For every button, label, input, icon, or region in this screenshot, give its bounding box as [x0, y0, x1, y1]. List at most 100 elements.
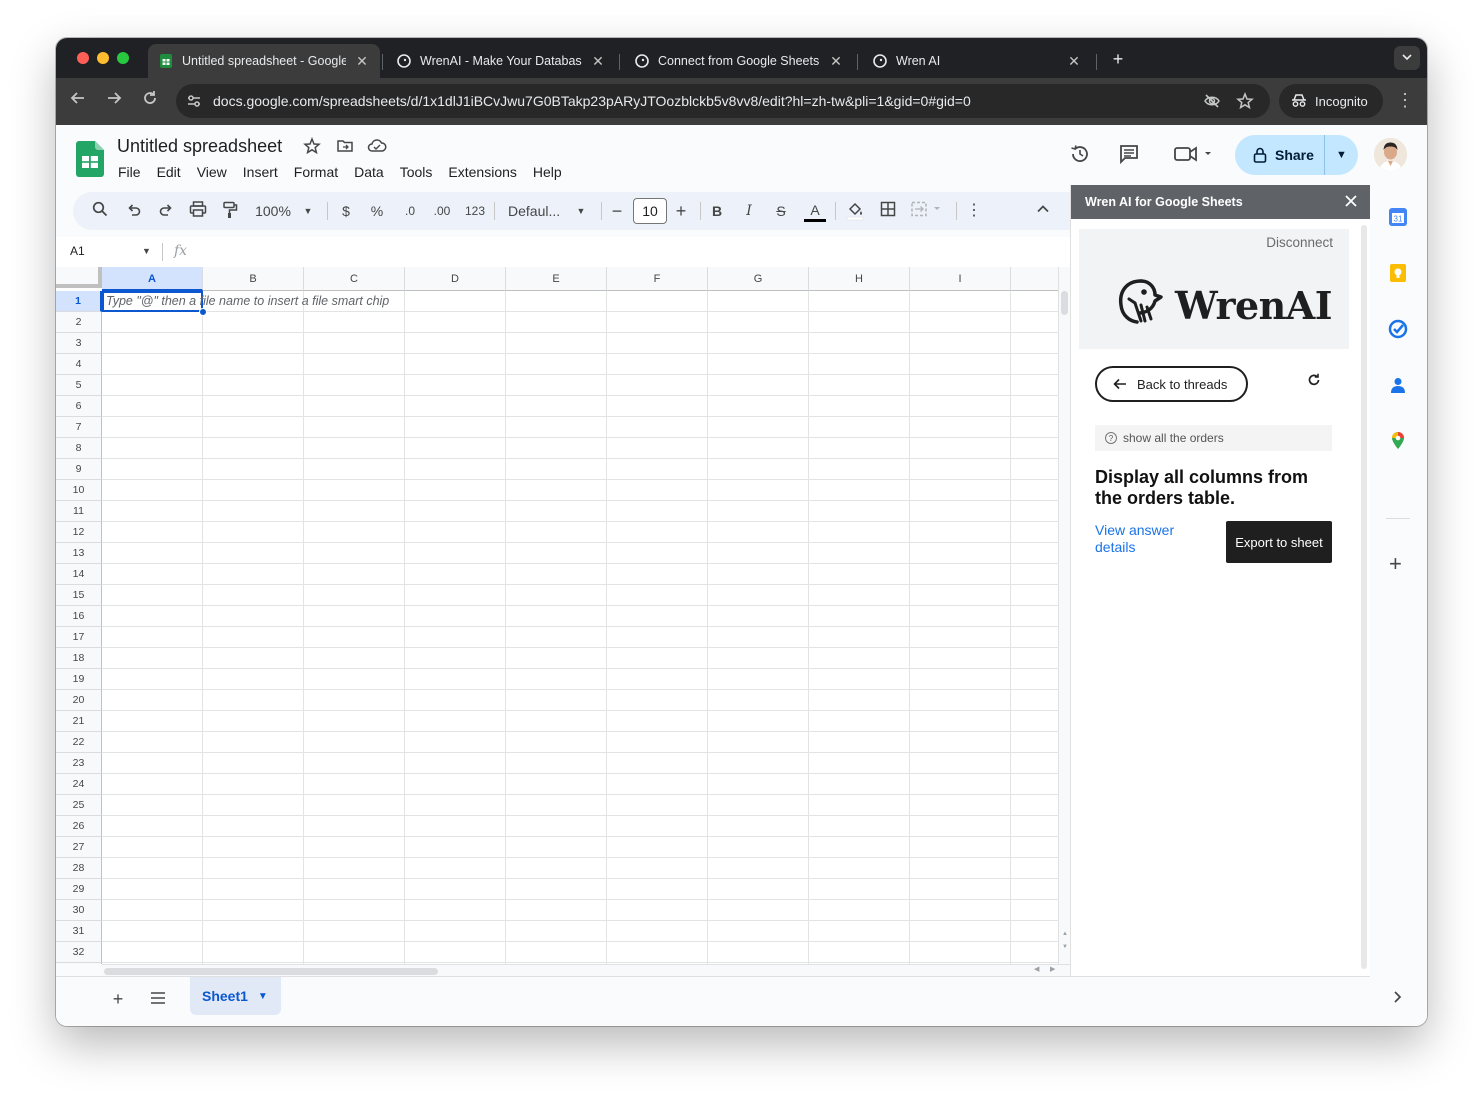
address-bar[interactable]: docs.google.com/spreadsheets/d/1x1dlJ1iB…	[176, 84, 1270, 118]
number-format-button[interactable]: 123	[463, 201, 487, 221]
row-header-26[interactable]: 26	[56, 816, 102, 837]
row-header-8[interactable]: 8	[56, 438, 102, 459]
name-box-dropdown-icon[interactable]: ▼	[142, 246, 151, 256]
column-header-i[interactable]: I	[910, 267, 1011, 291]
scroll-right-icon[interactable]: ▶	[1050, 965, 1055, 973]
more-options-icon[interactable]: ⋮	[966, 201, 982, 221]
fill-color-icon[interactable]	[844, 201, 866, 221]
close-tab-icon[interactable]: ✕	[590, 53, 606, 70]
all-sheets-icon[interactable]	[148, 989, 168, 1009]
row-header-33[interactable]: 33	[56, 963, 102, 964]
column-header-a[interactable]: A	[102, 267, 203, 291]
row-header-23[interactable]: 23	[56, 753, 102, 774]
paint-format-icon[interactable]	[220, 201, 240, 221]
share-main[interactable]: Share	[1235, 135, 1325, 175]
name-box[interactable]: A1	[70, 244, 85, 258]
bookmark-star-icon[interactable]	[1236, 91, 1254, 110]
add-sheet-icon[interactable]: +	[108, 989, 128, 1009]
row-header-5[interactable]: 5	[56, 375, 102, 396]
row-header-9[interactable]: 9	[56, 459, 102, 480]
tab-search-button[interactable]	[1394, 46, 1420, 70]
row-header-25[interactable]: 25	[56, 795, 102, 816]
column-header-b[interactable]: B	[203, 267, 304, 291]
menu-file[interactable]: File	[110, 162, 149, 182]
export-to-sheet-button[interactable]: Export to sheet	[1226, 521, 1332, 563]
redo-icon[interactable]	[156, 201, 176, 221]
borders-icon[interactable]	[878, 201, 898, 221]
share-dropdown-icon[interactable]: ▼	[1325, 149, 1358, 161]
close-window-button[interactable]	[77, 52, 89, 64]
row-header-2[interactable]: 2	[56, 312, 102, 333]
hide-menus-chevron-icon[interactable]	[1033, 201, 1053, 221]
back-to-threads-button[interactable]: Back to threads	[1095, 366, 1248, 402]
keep-icon[interactable]	[1388, 263, 1408, 283]
fill-handle[interactable]	[199, 308, 207, 316]
currency-format-button[interactable]: $	[339, 201, 353, 221]
vertical-scrollbar[interactable]: ▲ ▼	[1058, 267, 1070, 964]
site-settings-icon[interactable]	[186, 93, 202, 109]
font-size-input[interactable]: 10	[633, 198, 667, 224]
horizontal-scroll-thumb[interactable]	[104, 968, 438, 975]
column-header-partial[interactable]	[1011, 267, 1058, 291]
decrease-decimal-button[interactable]: .0	[399, 201, 421, 221]
refresh-icon[interactable]	[1307, 373, 1321, 392]
menu-help[interactable]: Help	[525, 162, 570, 182]
eye-off-icon[interactable]	[1203, 92, 1221, 110]
row-header-18[interactable]: 18	[56, 648, 102, 669]
italic-button[interactable]: I	[741, 201, 757, 221]
meet-call-icon[interactable]	[1170, 143, 1216, 169]
row-header-10[interactable]: 10	[56, 480, 102, 501]
comments-icon[interactable]	[1116, 143, 1142, 169]
row-header-32[interactable]: 32	[56, 942, 102, 963]
document-title[interactable]: Untitled spreadsheet	[117, 136, 282, 157]
row-header-16[interactable]: 16	[56, 606, 102, 627]
column-header-g[interactable]: G	[708, 267, 809, 291]
reload-icon[interactable]	[139, 90, 161, 112]
share-button[interactable]: Share ▼	[1235, 135, 1358, 175]
menu-view[interactable]: View	[189, 162, 235, 182]
scroll-down-icon[interactable]: ▼	[1061, 944, 1069, 950]
font-size-decrease-button[interactable]: −	[609, 201, 625, 221]
row-header-19[interactable]: 19	[56, 669, 102, 690]
version-history-icon[interactable]	[1067, 143, 1093, 169]
merge-cells-icon[interactable]	[911, 201, 945, 221]
move-folder-icon[interactable]	[335, 137, 355, 157]
column-header-h[interactable]: H	[809, 267, 910, 291]
font-size-increase-button[interactable]: +	[673, 201, 689, 221]
cloud-saved-icon[interactable]	[367, 137, 387, 157]
back-arrow-icon[interactable]	[67, 90, 89, 112]
font-dropdown-icon[interactable]: ▼	[575, 201, 587, 221]
maps-icon[interactable]	[1388, 431, 1408, 451]
menu-edit[interactable]: Edit	[149, 162, 189, 182]
menu-data[interactable]: Data	[346, 162, 392, 182]
forward-arrow-icon[interactable]	[103, 90, 125, 112]
browser-tab-connect[interactable]: Connect from Google Sheets ✕	[624, 44, 854, 78]
view-answer-details-link[interactable]: View answer details	[1095, 522, 1205, 556]
row-header-17[interactable]: 17	[56, 627, 102, 648]
panel-close-icon[interactable]	[1344, 192, 1358, 213]
sheets-logo-icon[interactable]	[76, 141, 104, 177]
browser-menu-icon[interactable]: ⋮	[1396, 90, 1414, 111]
column-header-f[interactable]: F	[607, 267, 708, 291]
sheet-tab-dropdown-icon[interactable]: ▼	[258, 991, 268, 1002]
new-tab-button[interactable]: +	[1106, 48, 1130, 70]
close-tab-icon[interactable]: ✕	[1066, 53, 1082, 70]
panel-scrollbar[interactable]	[1361, 225, 1367, 969]
row-header-11[interactable]: 11	[56, 501, 102, 522]
row-header-24[interactable]: 24	[56, 774, 102, 795]
row-header-22[interactable]: 22	[56, 732, 102, 753]
search-menus-icon[interactable]	[90, 201, 110, 221]
row-header-30[interactable]: 30	[56, 900, 102, 921]
close-tab-icon[interactable]: ✕	[828, 53, 844, 70]
minimize-window-button[interactable]	[97, 52, 109, 64]
bold-button[interactable]: B	[709, 201, 725, 221]
select-all-corner[interactable]	[56, 267, 102, 288]
menu-tools[interactable]: Tools	[392, 162, 441, 182]
menu-format[interactable]: Format	[286, 162, 346, 182]
row-header-21[interactable]: 21	[56, 711, 102, 732]
row-header-12[interactable]: 12	[56, 522, 102, 543]
column-header-e[interactable]: E	[506, 267, 607, 291]
calendar-icon[interactable]: 31	[1388, 207, 1408, 227]
row-header-3[interactable]: 3	[56, 333, 102, 354]
row-header-4[interactable]: 4	[56, 354, 102, 375]
